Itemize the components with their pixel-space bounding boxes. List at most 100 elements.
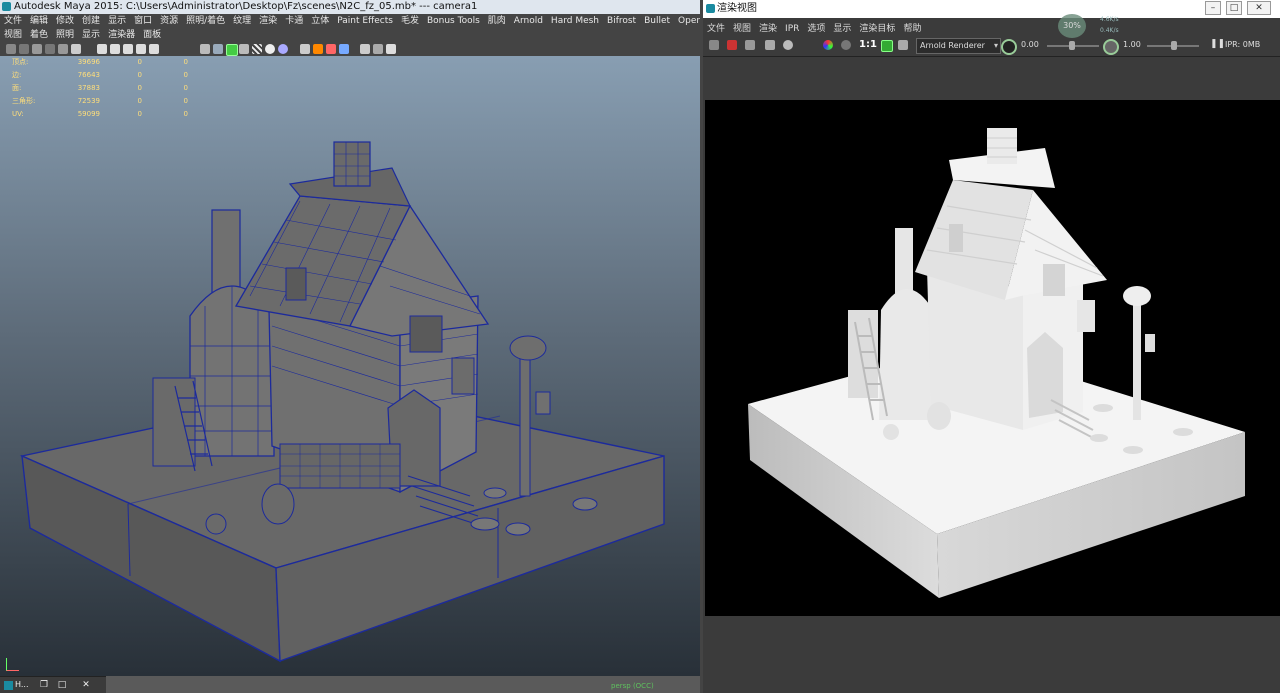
render-menu-item-6[interactable]: 渲染目标 [855,22,899,36]
menu-item-10[interactable]: 卡通 [281,14,307,28]
image-plane-icon[interactable] [45,44,55,54]
bookmark-icon[interactable] [32,44,42,54]
menu-item-8[interactable]: 纹理 [229,14,255,28]
maya-main-menu: 文件 编辑 修改 创建 显示 窗口 资源 照明/着色 纹理 渲染 卡通 立体 Paint Effects… [0,14,700,28]
camera-attributes-icon[interactable] [19,44,29,54]
exposure-value[interactable]: 0.00 [1021,40,1039,49]
rock [470,517,500,531]
keep-image-icon[interactable] [881,40,893,52]
menu-item-14[interactable]: Bonus Tools [423,14,484,28]
lighting-icon[interactable] [265,44,275,54]
grid-icon[interactable] [58,44,68,54]
antialiasing-icon[interactable] [339,44,349,54]
render-menu-item-4[interactable]: 选项 [803,22,829,36]
gamma-icon[interactable] [1103,39,1119,55]
render-menu-item-0[interactable]: 文件 [703,22,729,36]
lamp-post [519,355,531,497]
maximize-icon[interactable]: □ [56,680,68,690]
render-menu-item-1[interactable]: 视图 [729,22,755,36]
textured-icon[interactable] [239,44,249,54]
close-icon[interactable]: ✕ [80,680,92,690]
minimized-window-label[interactable]: H... [15,680,29,689]
isolate-select-icon[interactable] [360,44,370,54]
perspective-viewport[interactable]: 顶点: 39696 0 0 边: 76643 0 0 面: 37883 0 0 三角形: 72539 0 0 U… [0,56,700,676]
gamma-value[interactable]: 1.00 [1123,40,1141,49]
network-percent: 30% [1058,14,1086,38]
rock [572,497,598,511]
menu-item-4[interactable]: 显示 [104,14,130,28]
gamma-slider-knob[interactable] [1171,41,1177,50]
panel-menu-item-3[interactable]: 显示 [78,28,104,42]
render-menu-item-5[interactable]: 显示 [829,22,855,36]
render-menu-item-7[interactable]: 帮助 [899,22,925,36]
safe-title-icon[interactable] [149,44,159,54]
menu-item-5[interactable]: 窗口 [130,14,156,28]
pause-icon[interactable]: ❚❚ [1210,39,1225,49]
field-chart-icon[interactable] [123,44,133,54]
maximize-icon[interactable]: □ [1226,1,1242,15]
checker-icon[interactable] [252,44,262,54]
render-canvas[interactable] [705,100,1280,616]
panel-menu-item-5[interactable]: 面板 [139,28,165,42]
select-camera-icon[interactable] [6,44,16,54]
refresh-icon[interactable] [783,40,793,50]
ratio-button[interactable]: 1:1 [859,39,877,50]
snapshot-icon[interactable] [745,40,755,50]
exposure-slider-knob[interactable] [1069,41,1075,50]
chimney [333,141,371,187]
smooth-shade-icon[interactable] [213,44,223,54]
remove-image-icon[interactable] [898,40,908,50]
xray-joints-icon[interactable] [373,44,383,54]
menu-item-12[interactable]: Paint Effects [333,14,397,28]
redo-render-icon[interactable] [709,40,719,50]
share-icon[interactable] [386,44,396,54]
film-gate-icon[interactable] [71,44,81,54]
ipr-icon[interactable] [765,40,775,50]
menu-item-11[interactable]: 立体 [307,14,333,28]
render-menu-item-3[interactable]: IPR [781,22,803,36]
menu-item-16[interactable]: Arnold [510,14,547,28]
xray-icon[interactable] [300,44,310,54]
menu-item-15[interactable]: 肌肉 [484,14,510,28]
renderer-value: Arnold Renderer [920,41,985,50]
panel-menu-item-1[interactable]: 着色 [26,28,52,42]
channels-icon[interactable] [823,40,833,50]
menu-item-6[interactable]: 资源 [156,14,182,28]
menu-item-17[interactable]: Hard Mesh [547,14,603,28]
ambient-occlusion-icon[interactable] [313,44,323,54]
menu-item-0[interactable]: 文件 [0,14,26,28]
wireframe-icon[interactable] [200,44,210,54]
close-icon[interactable]: ✕ [1247,1,1271,15]
gate-mask-icon[interactable] [110,44,120,54]
shadows-icon[interactable] [278,44,288,54]
menu-item-1[interactable]: 编辑 [26,14,52,28]
panel-menu-item-0[interactable]: 视图 [0,28,26,42]
renderer-dropdown[interactable]: Arnold Renderer ▾ [916,38,1001,54]
menu-item-9[interactable]: 渲染 [255,14,281,28]
menu-item-7[interactable]: 照明/着色 [182,14,229,28]
minimized-window-icon[interactable] [4,681,13,690]
minimize-icon[interactable]: – [1205,1,1221,15]
safe-action-icon[interactable] [136,44,146,54]
menu-item-18[interactable]: Bifrost [603,14,640,28]
minimized-window-bar[interactable]: H... ❐ □ ✕ [0,676,106,693]
menu-item-19[interactable]: Bullet [640,14,674,28]
restore-icon[interactable]: ❐ [38,680,50,690]
wireframe-on-shaded-icon[interactable] [226,44,238,56]
rock [1173,428,1193,436]
maya-window: Autodesk Maya 2015: C:\Users\Administrat… [0,0,700,693]
exposure-icon[interactable] [1001,39,1017,55]
render-region-icon[interactable] [727,40,737,50]
menu-item-20[interactable]: OpenFlight [674,14,700,28]
menu-item-3[interactable]: 创建 [78,14,104,28]
menu-item-2[interactable]: 修改 [52,14,78,28]
panel-menu-item-4[interactable]: 渲染器 [104,28,139,42]
resolution-gate-icon[interactable] [97,44,107,54]
chevron-down-icon: ▾ [993,41,998,50]
menu-item-13[interactable]: 毛发 [397,14,423,28]
render-menu-item-2[interactable]: 渲染 [755,22,781,36]
panel-menu-item-2[interactable]: 照明 [52,28,78,42]
alpha-icon[interactable] [841,40,851,50]
motion-blur-icon[interactable] [326,44,336,54]
upload-rate: 4.6K/s [1100,16,1119,23]
